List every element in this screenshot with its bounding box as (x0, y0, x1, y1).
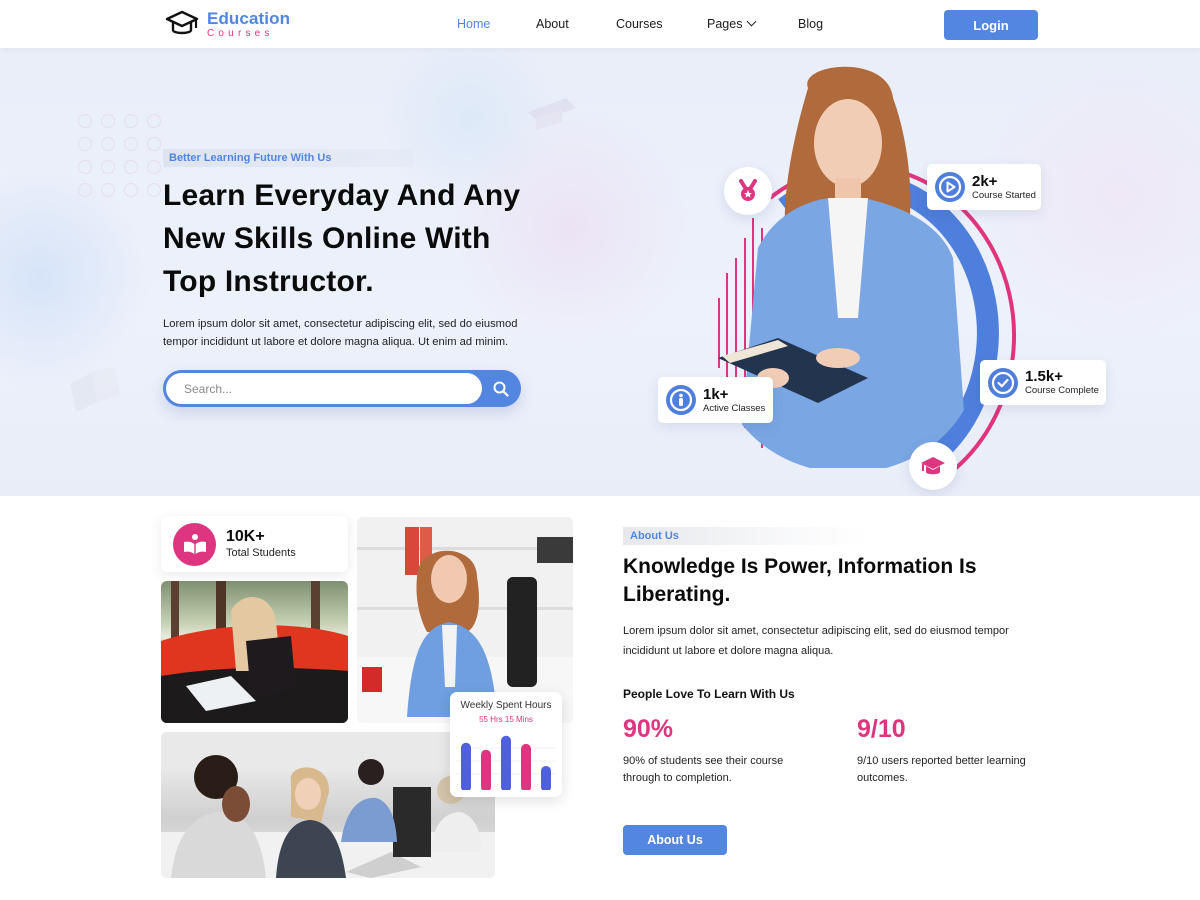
students-label: Total Students (226, 547, 296, 559)
metric-value: 9/10 (857, 715, 906, 743)
stat-value: 1.5k+ (1025, 368, 1063, 385)
total-students-card: 10K+ Total Students (161, 516, 348, 572)
nav-courses[interactable]: Courses (616, 17, 663, 31)
check-circle-icon (991, 371, 1015, 394)
hero-section: Better Learning Future With Us Learn Eve… (0, 48, 1200, 496)
weekly-subtitle: 55 Hrs 15 Mins (479, 715, 533, 724)
hero-title-line: Top Instructor. (163, 265, 374, 298)
stat-value: 2k+ (972, 172, 998, 190)
chart-bar (521, 743, 531, 790)
reading-icon (183, 534, 206, 554)
about-us-button[interactable]: About Us (623, 825, 727, 855)
stat-card-active-classes: 1k+ Active Classes (658, 377, 773, 423)
metric-outcomes: 9/10 9/10 users reported better learning… (857, 714, 1057, 787)
search-icon (493, 381, 509, 397)
about-description: Lorem ipsum dolor sit amet, consectetur … (623, 625, 1009, 657)
hero-title-line: New Skills Online With (163, 222, 491, 255)
decorative-dots (78, 114, 161, 197)
book-decor-icon (70, 366, 120, 412)
chart-bar (461, 742, 471, 790)
metric-value: 90% (623, 715, 674, 743)
nav-about[interactable]: About (536, 17, 569, 31)
hero-title-line: Learn Everyday And Any (163, 179, 521, 212)
play-icon-wrap (935, 172, 965, 202)
weekly-title: Weekly Spent Hours (460, 700, 552, 711)
reading-icon-wrap (173, 522, 216, 566)
metric-description: 90% of students see their course through… (623, 755, 784, 784)
chart-bar (481, 749, 491, 790)
play-icon (938, 175, 962, 199)
logo-title: Education (207, 8, 291, 28)
stat-card-course-complete: 1.5k+ Course Complete (980, 360, 1106, 405)
student-reading-hammock-photo (161, 581, 348, 723)
graduation-cap-decor-icon (528, 98, 576, 130)
logo[interactable]: Education Courses (165, 9, 290, 39)
hero-description: Lorem ipsum dolor sit amet, consectetur … (163, 318, 518, 348)
nav-pages-label: Pages (707, 17, 743, 31)
people-love-heading: People Love To Learn With Us (623, 687, 795, 701)
hero-tagline: Better Learning Future With Us (163, 149, 413, 167)
about-tag: About Us (623, 527, 868, 545)
stat-label: Active Classes (703, 402, 766, 414)
graduation-badge (909, 442, 957, 490)
chart-bar (541, 765, 551, 790)
chevron-down-icon (747, 16, 757, 27)
nav-blog[interactable]: Blog (798, 17, 823, 31)
search-input[interactable] (166, 373, 482, 404)
metric-description: 9/10 users reported better learning outc… (857, 755, 1026, 784)
person-icon (669, 388, 693, 412)
nav-pages[interactable]: Pages (707, 16, 757, 31)
students-group-photo (161, 732, 495, 878)
metric-completion: 90% 90% of students see their course thr… (623, 714, 823, 787)
medal-badge (724, 167, 772, 215)
login-button[interactable]: Login (944, 10, 1038, 40)
nav-home[interactable]: Home (457, 17, 490, 31)
graduation-cap-logo-icon (165, 10, 199, 35)
person-icon-wrap (666, 385, 696, 415)
medal-icon (739, 179, 757, 201)
hero-title: Learn Everyday And Any New Skills Online… (163, 174, 553, 303)
graduation-cap-icon (921, 457, 945, 475)
chart-bar (501, 735, 511, 790)
stat-card-course-started: 2k+ Course Started (927, 164, 1041, 210)
weekly-bar-chart (456, 735, 556, 790)
stat-value: 1k+ (703, 385, 729, 403)
search-bar (163, 370, 521, 407)
check-circle-icon-wrap (988, 367, 1018, 398)
about-title: Knowledge Is Power, Information Is Liber… (623, 555, 977, 606)
logo-subtitle: Courses (207, 27, 274, 39)
stat-label: Course Complete (1025, 385, 1099, 396)
weekly-hours-card: Weekly Spent Hours 55 Hrs 15 Mins (450, 692, 562, 797)
stat-label: Course Started (972, 189, 1036, 201)
students-value: 10K+ (226, 528, 265, 545)
search-button[interactable] (484, 373, 518, 404)
navbar: Education Courses Home About Courses Pag… (0, 0, 1200, 48)
